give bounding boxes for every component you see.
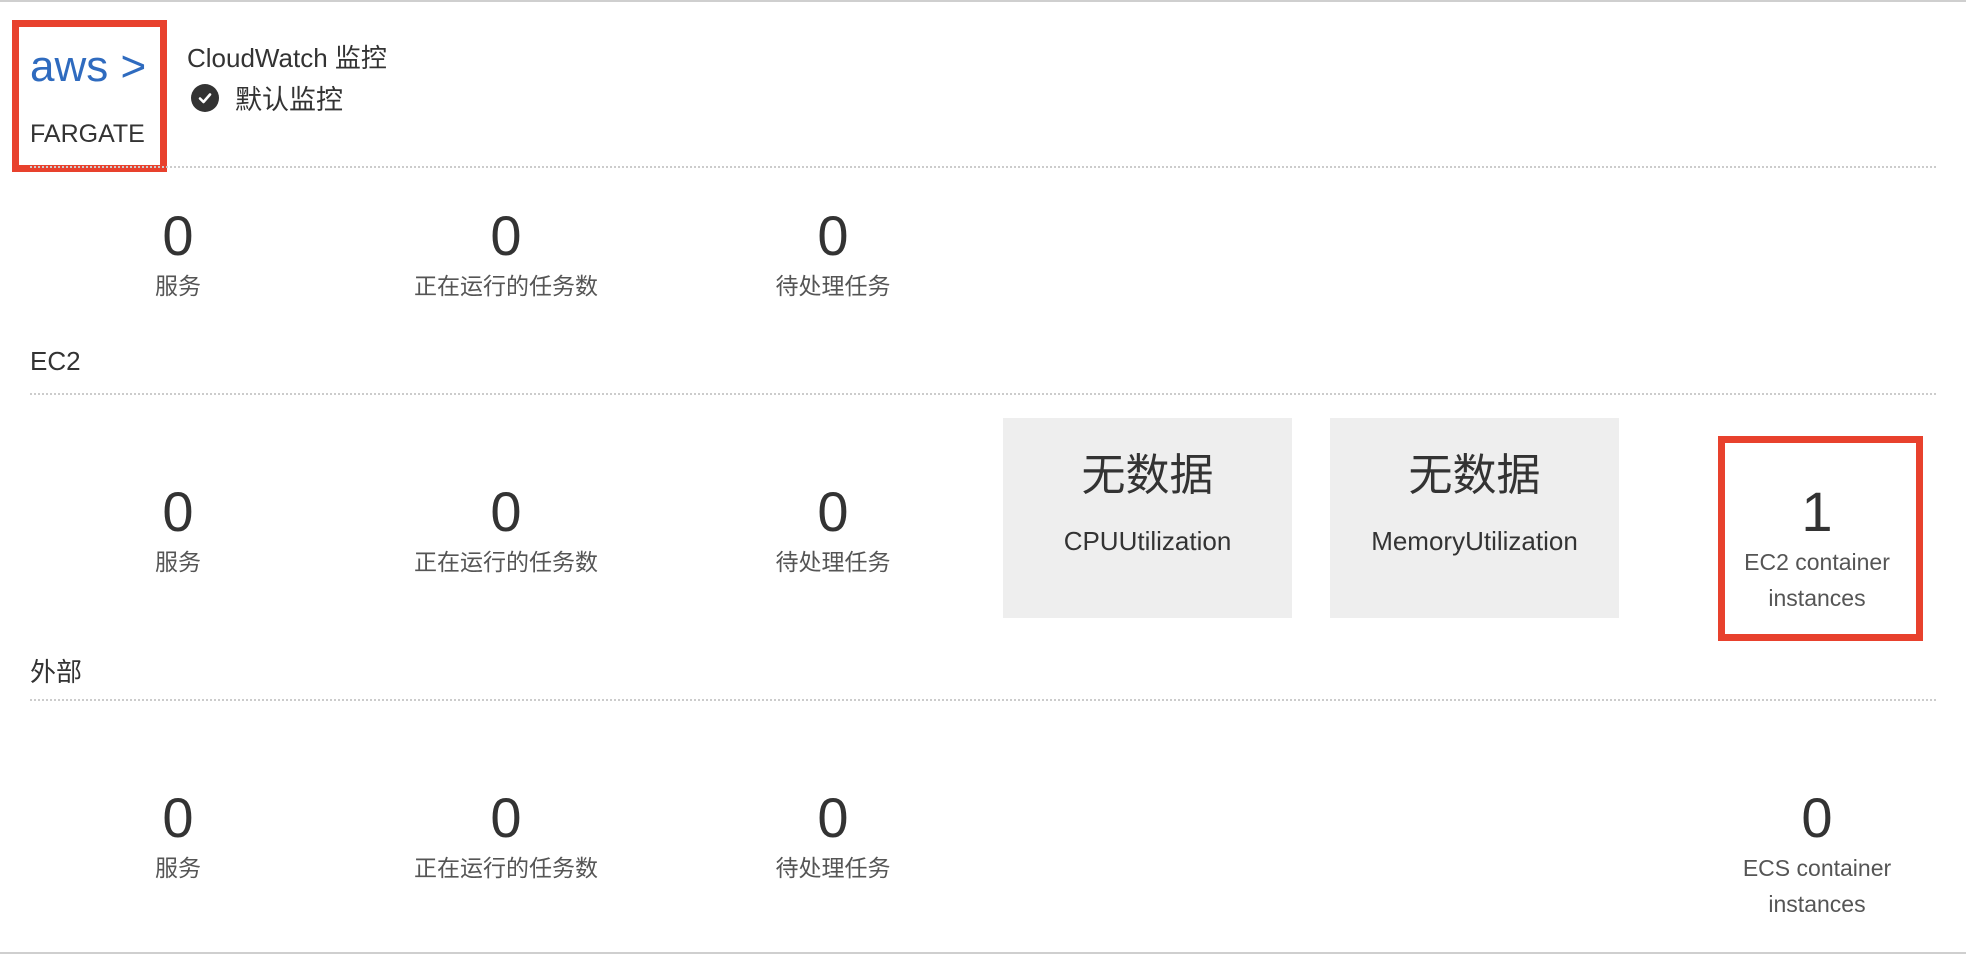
ec2-running-tasks-metric[interactable]: 0 正在运行的任务数 <box>376 480 636 580</box>
metric-value: 0 <box>162 204 194 267</box>
aws-logo: aws > <box>30 42 147 91</box>
metric-label: 待处理任务 <box>775 549 891 575</box>
cloudwatch-title: CloudWatch 监控 <box>187 43 387 73</box>
bottom-border <box>0 952 1966 954</box>
metric-label-line1: ECS container <box>1742 855 1892 881</box>
divider <box>30 699 1936 701</box>
check-circle-icon <box>191 83 219 112</box>
launch-type-header: aws > FARGATE <box>12 20 167 172</box>
metric-label-line1: EC2 container <box>1744 549 1890 575</box>
top-border <box>0 0 1966 2</box>
memory-utilization-widget[interactable]: 无数据 MemoryUtilization <box>1330 418 1619 618</box>
metric-label: 服务 <box>155 273 201 299</box>
metric-value: 0 <box>817 786 849 849</box>
ec2-container-instances-metric[interactable]: 1 EC2 container instances <box>1717 480 1917 616</box>
fargate-pending-tasks-metric[interactable]: 0 待处理任务 <box>703 204 963 304</box>
metric-label: 服务 <box>155 549 201 575</box>
ec2-pending-tasks-metric[interactable]: 0 待处理任务 <box>703 480 963 580</box>
metric-label: 待处理任务 <box>775 273 891 299</box>
divider <box>30 393 1936 395</box>
external-section-title: 外部 <box>30 657 83 687</box>
metric-label-line2: instances <box>1768 891 1866 917</box>
metric-value: 0 <box>490 786 522 849</box>
divider <box>30 166 1936 168</box>
external-running-tasks-metric[interactable]: 0 正在运行的任务数 <box>376 786 636 886</box>
metric-value: 0 <box>1801 786 1833 849</box>
no-data-text: 无数据 <box>1408 451 1541 500</box>
metric-label: 待处理任务 <box>775 855 891 881</box>
external-pending-tasks-metric[interactable]: 0 待处理任务 <box>703 786 963 886</box>
metric-name: MemoryUtilization <box>1371 526 1578 556</box>
launch-type-label: FARGATE <box>30 120 145 148</box>
fargate-running-tasks-metric[interactable]: 0 正在运行的任务数 <box>376 204 636 304</box>
metric-label: 服务 <box>155 855 201 881</box>
metric-value: 1 <box>1801 480 1833 543</box>
metric-label: 正在运行的任务数 <box>414 855 598 881</box>
ecs-container-instances-metric[interactable]: 0 ECS container instances <box>1717 786 1917 922</box>
ec2-services-metric[interactable]: 0 服务 <box>48 480 308 580</box>
metric-value: 0 <box>817 204 849 267</box>
metric-value: 0 <box>162 786 194 849</box>
cpu-utilization-widget[interactable]: 无数据 CPUUtilization <box>1003 418 1292 618</box>
cloudwatch-status-label: 默认监控 <box>235 85 343 115</box>
metric-label: 正在运行的任务数 <box>414 549 598 575</box>
cloudwatch-status: 默认监控 <box>191 78 343 117</box>
metric-value: 0 <box>490 204 522 267</box>
metric-value: 0 <box>162 480 194 543</box>
metric-value: 0 <box>817 480 849 543</box>
metric-value: 0 <box>490 480 522 543</box>
metric-name: CPUUtilization <box>1063 526 1232 556</box>
metric-label: 正在运行的任务数 <box>414 273 598 299</box>
metric-label-line2: instances <box>1768 585 1866 611</box>
fargate-services-metric[interactable]: 0 服务 <box>48 204 308 304</box>
ec2-section-title: EC2 <box>30 346 81 376</box>
external-services-metric[interactable]: 0 服务 <box>48 786 308 886</box>
no-data-text: 无数据 <box>1081 451 1214 500</box>
